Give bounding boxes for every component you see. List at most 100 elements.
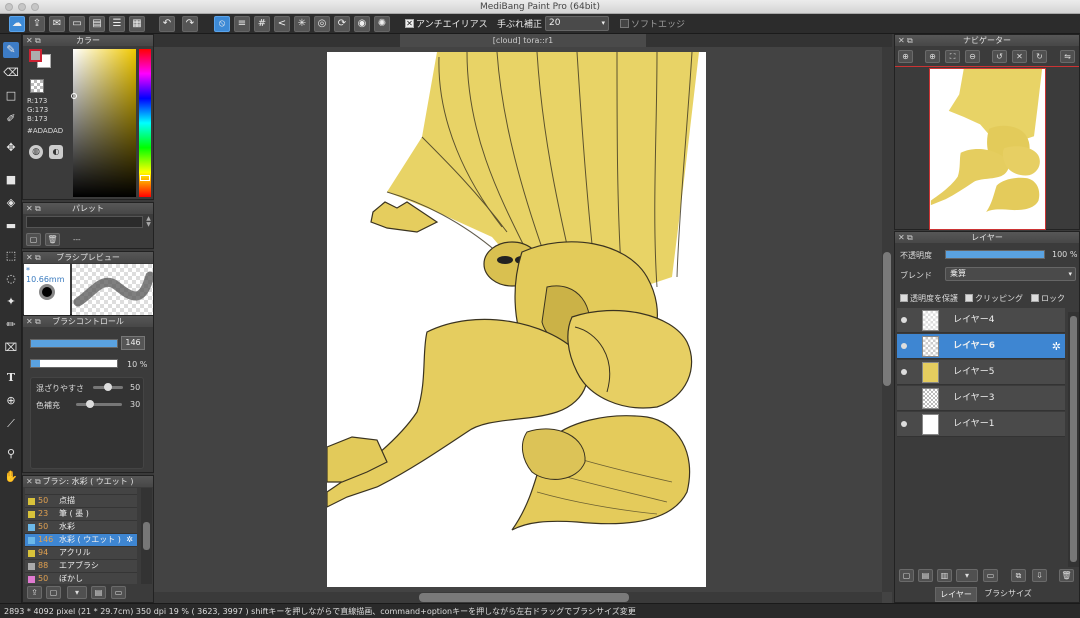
popout-icon[interactable]: ⧉	[35, 476, 41, 487]
popout-icon[interactable]: ⧉	[35, 203, 41, 214]
hue-slider-handle[interactable]	[140, 175, 150, 181]
layer-list-scrollbar[interactable]	[1068, 312, 1079, 567]
close-icon[interactable]: ✕	[898, 232, 905, 243]
palette-color-area[interactable]	[26, 216, 143, 228]
list-icon[interactable]: ☰	[109, 16, 125, 32]
rotate-left-icon[interactable]: ↺	[992, 50, 1007, 63]
antialias-checkbox[interactable]: ✕	[405, 19, 414, 28]
navigator-thumbnail[interactable]	[929, 68, 1046, 230]
brush-list-scrollbar[interactable]	[141, 488, 152, 584]
brush-item-partial[interactable]	[25, 488, 137, 495]
brush-upload-icon[interactable]: ⇪	[27, 586, 42, 599]
eyedropper-tool-icon[interactable]: ⚲	[3, 446, 19, 462]
chat-icon[interactable]: ✉	[49, 16, 65, 32]
merge-layer-icon[interactable]: ⇩	[1032, 569, 1047, 582]
complement-slider-knob[interactable]	[85, 400, 94, 408]
trash-icon[interactable]: 🗑	[1059, 569, 1074, 582]
document-tab[interactable]: [cloud] tora::r1	[400, 34, 646, 47]
popout-icon[interactable]: ⧉	[907, 232, 913, 243]
brush-item-selected[interactable]: 146 水彩 ( ウエット ) ✲	[25, 534, 137, 547]
brush-folder-icon[interactable]: ▭	[111, 586, 126, 599]
layer-row[interactable]: レイヤー5	[897, 360, 1065, 385]
select-eraser-tool-icon[interactable]: ⌧	[3, 340, 19, 356]
primary-color-swatch[interactable]	[29, 49, 42, 62]
canvas-horizontal-scrollbar[interactable]	[154, 592, 882, 603]
lasso-tool-icon[interactable]: ◌	[3, 271, 19, 287]
undo-icon[interactable]: ↶	[159, 16, 175, 32]
operation-tool-icon[interactable]: ⊕	[3, 393, 19, 409]
sv-picker-cursor[interactable]	[71, 93, 77, 99]
magic-wand-tool-icon[interactable]: ✦	[3, 294, 19, 310]
layer-opacity-slider[interactable]	[945, 250, 1045, 259]
lock-checkbox[interactable]	[1031, 294, 1039, 302]
grid-snap-icon[interactable]: #	[254, 16, 270, 32]
canvas-vertical-scroll-thumb[interactable]	[883, 252, 891, 386]
new-8bit-layer-icon[interactable]: ▥	[937, 569, 952, 582]
close-icon[interactable]: ✕	[26, 203, 33, 214]
layer-scroll-thumb[interactable]	[1070, 316, 1077, 562]
close-window-button[interactable]	[5, 3, 13, 11]
brush-item[interactable]: 23 筆 ( 墨 )	[25, 508, 137, 521]
brush-settings-icon[interactable]: ▤	[91, 586, 106, 599]
transparent-color-swatch[interactable]	[30, 79, 44, 93]
layer-folder-icon[interactable]: ▭	[983, 569, 998, 582]
parallel-snap-icon[interactable]: ≡	[234, 16, 250, 32]
blend-mode-select[interactable]: 乗算 ▾	[945, 267, 1076, 281]
mix-slider-knob[interactable]	[104, 383, 112, 391]
divide-tool-icon[interactable]: ⟋	[3, 416, 19, 432]
tab-layer[interactable]: レイヤー	[935, 587, 977, 602]
soft-edge-checkbox[interactable]	[620, 19, 629, 28]
popout-icon[interactable]: ⧉	[907, 35, 913, 46]
gradient-tool-icon[interactable]: ▬	[3, 218, 19, 234]
add-brush-icon[interactable]: ▢	[46, 586, 61, 599]
hand-tool-icon[interactable]: ✋	[3, 469, 19, 485]
close-icon[interactable]: ✕	[26, 476, 33, 487]
clipping-checkbox[interactable]	[965, 294, 973, 302]
popout-icon[interactable]: ⧉	[35, 252, 41, 263]
color-wheel-icon[interactable]: ◐	[49, 145, 63, 159]
document-icon[interactable]: ▤	[89, 16, 105, 32]
grid-icon[interactable]: ▦	[129, 16, 145, 32]
brush-menu-icon[interactable]: ▾	[67, 586, 87, 599]
saturation-value-picker[interactable]	[73, 49, 136, 197]
close-icon[interactable]: ✕	[26, 316, 33, 327]
ellipse-snap-icon[interactable]: ◉	[354, 16, 370, 32]
layer-row[interactable]: レイヤー4	[897, 308, 1065, 333]
circle-snap-icon[interactable]: ◎	[314, 16, 330, 32]
add-palette-icon[interactable]: ▢	[26, 233, 41, 246]
complement-slider[interactable]	[76, 400, 122, 408]
brush-tool-icon[interactable]: ✎	[3, 42, 19, 58]
rotate-right-icon[interactable]: ↻	[1032, 50, 1047, 63]
perspective-snap-icon[interactable]: <	[274, 16, 290, 32]
zoom-in-icon[interactable]: ⊕	[898, 50, 913, 63]
minimize-window-button[interactable]	[18, 3, 26, 11]
brush-list-scroll-thumb[interactable]	[143, 522, 150, 550]
radial-snap-icon[interactable]: ✳	[294, 16, 310, 32]
redo-icon[interactable]: ↷	[182, 16, 198, 32]
comment-icon[interactable]: ▭	[69, 16, 85, 32]
reset-rotation-icon[interactable]: ✕	[1012, 50, 1027, 63]
new-halftone-layer-icon[interactable]: ▤	[918, 569, 933, 582]
cloud-icon[interactable]: ☁	[9, 16, 25, 32]
eye-icon[interactable]	[901, 343, 907, 349]
layer-add-menu-icon[interactable]: ▾	[956, 569, 978, 582]
bucket-tool-icon[interactable]: ◈	[3, 195, 19, 211]
new-layer-icon[interactable]: ▢	[899, 569, 914, 582]
brush-item[interactable]: 50 水彩	[25, 521, 137, 534]
flip-horizontal-icon[interactable]: ⇋	[1060, 50, 1075, 63]
layer-row-selected[interactable]: レイヤー6 ✲	[897, 334, 1065, 359]
brush-item[interactable]: 94 アクリル	[25, 547, 137, 560]
move-tool-icon[interactable]: ✥	[3, 140, 19, 156]
brush-item[interactable]: 50 ぼかし	[25, 573, 137, 584]
brush-size-slider[interactable]	[30, 339, 118, 348]
brush-item[interactable]: 88 エアブラシ	[25, 560, 137, 573]
close-icon[interactable]: ✕	[898, 35, 905, 46]
brush-size-value[interactable]: 146	[121, 336, 145, 350]
color-palette-icon[interactable]: ◍	[29, 145, 43, 159]
layer-row[interactable]: レイヤー3	[897, 386, 1065, 411]
eye-icon[interactable]	[901, 421, 907, 427]
close-icon[interactable]: ✕	[26, 35, 33, 46]
duplicate-layer-icon[interactable]: ⧉	[1011, 569, 1026, 582]
text-tool-icon[interactable]: T	[3, 370, 19, 386]
eraser-tool-icon[interactable]: ⌫	[3, 65, 19, 81]
